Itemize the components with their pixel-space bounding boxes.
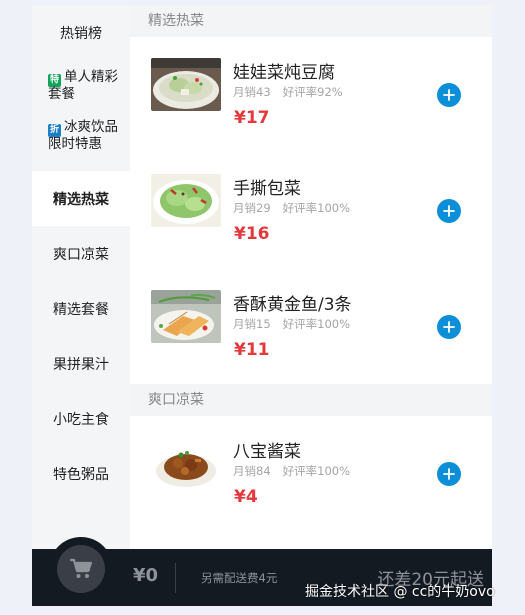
sidebar-item-drinks-sale[interactable]: 折冰爽饮品限时特惠 bbox=[32, 120, 130, 170]
add-to-cart-button[interactable] bbox=[437, 199, 461, 223]
sidebar-item-label: 果拼果汁 bbox=[53, 356, 109, 373]
dish-sales: 月销84 bbox=[233, 464, 271, 478]
sidebar-item-cold-dishes[interactable]: 爽口凉菜 bbox=[32, 226, 130, 281]
dish-rating: 好评率92% bbox=[282, 85, 343, 99]
sidebar-item-snacks-staples[interactable]: 小吃主食 bbox=[32, 391, 130, 446]
tofu-cabbage-dish-image[interactable] bbox=[151, 58, 221, 111]
watermark: 掘金技术社区 @ cc的牛奶ovo bbox=[305, 584, 495, 600]
cart-total: ¥0 bbox=[133, 565, 159, 586]
shopping-cart-icon bbox=[70, 558, 93, 578]
sidebar-item-label: 精选套餐 bbox=[53, 301, 109, 318]
dish-sales: 月销29 bbox=[233, 201, 271, 215]
sidebar-item-label: 精选热菜 bbox=[53, 191, 109, 208]
sidebar-item-label: 热销榜 bbox=[60, 26, 102, 42]
dish-item: 娃娃菜炖豆腐 月销43 好评率92% ¥17 bbox=[130, 58, 492, 158]
section-header-cold-dishes: 爽口凉菜 bbox=[130, 384, 492, 416]
cart-button[interactable] bbox=[57, 545, 105, 593]
dish-rating: 好评率100% bbox=[282, 464, 351, 478]
sidebar-item-fruit-juice[interactable]: 果拼果汁 bbox=[32, 336, 130, 391]
add-to-cart-button[interactable] bbox=[437, 315, 461, 339]
sidebar-item-label: 特色粥品 bbox=[53, 466, 109, 483]
add-to-cart-button[interactable] bbox=[437, 462, 461, 486]
dish-item: 手撕包菜 月销29 好评率100% ¥16 bbox=[130, 174, 492, 274]
dish-meta: 月销15 好评率100% bbox=[233, 316, 350, 332]
sidebar-item-hot-list[interactable]: 热销榜 bbox=[32, 5, 130, 61]
add-to-cart-button[interactable] bbox=[437, 83, 461, 107]
sidebar-item-hot-dishes[interactable]: 精选热菜 bbox=[32, 171, 130, 226]
dish-price: ¥16 bbox=[234, 224, 270, 244]
delivery-fee-note: 另需配送费4元 bbox=[201, 571, 278, 585]
dish-item: 八宝酱菜 月销84 好评率100% ¥4 bbox=[130, 437, 492, 537]
dish-meta: 月销43 好评率92% bbox=[233, 84, 343, 100]
sidebar-item-porridge[interactable]: 特色粥品 bbox=[32, 446, 130, 501]
dish-name: 香酥黄金鱼/3条 bbox=[233, 295, 352, 315]
dish-name: 八宝酱菜 bbox=[233, 442, 301, 462]
top-edge bbox=[32, 0, 492, 5]
pickled-vegetables-dish-image[interactable] bbox=[151, 437, 221, 490]
fried-fish-dish-image[interactable] bbox=[151, 290, 221, 343]
cabbage-dish-image[interactable] bbox=[151, 174, 221, 227]
plus-icon bbox=[443, 321, 455, 333]
sidebar-item-set-meals[interactable]: 精选套餐 bbox=[32, 281, 130, 336]
dish-name: 娃娃菜炖豆腐 bbox=[233, 63, 335, 83]
dish-sales: 月销15 bbox=[233, 317, 271, 331]
dish-meta: 月销84 好评率100% bbox=[233, 463, 350, 479]
sidebar-item-label: 小吃主食 bbox=[53, 411, 109, 428]
sidebar-item-label: 爽口凉菜 bbox=[53, 246, 109, 263]
plus-icon bbox=[443, 205, 455, 217]
sidebar-item-single-combo[interactable]: 特单人精彩套餐 bbox=[32, 70, 130, 116]
dish-price: ¥4 bbox=[234, 487, 258, 507]
dish-rating: 好评率100% bbox=[282, 201, 351, 215]
dish-price: ¥17 bbox=[234, 108, 270, 128]
dish-item: 香酥黄金鱼/3条 月销15 好评率100% ¥11 bbox=[130, 290, 492, 390]
dish-rating: 好评率100% bbox=[282, 317, 351, 331]
dish-name: 手撕包菜 bbox=[233, 179, 301, 199]
category-sidebar: 热销榜 特单人精彩套餐 折冰爽饮品限时特惠 精选热菜 爽口凉菜 精选套餐 果拼果… bbox=[32, 0, 130, 549]
plus-icon bbox=[443, 468, 455, 480]
dish-list: 精选热菜 娃娃菜炖豆腐 月销43 好评率92% ¥17 手撕包菜 月销29 好评… bbox=[130, 0, 492, 549]
divider bbox=[175, 563, 176, 593]
plus-icon bbox=[443, 89, 455, 101]
dish-meta: 月销29 好评率100% bbox=[233, 200, 350, 216]
app-screen: 热销榜 特单人精彩套餐 折冰爽饮品限时特惠 精选热菜 爽口凉菜 精选套餐 果拼果… bbox=[32, 0, 492, 606]
section-header-hot-dishes: 精选热菜 bbox=[130, 5, 492, 37]
dish-sales: 月销43 bbox=[233, 85, 271, 99]
dish-price: ¥11 bbox=[234, 340, 270, 360]
